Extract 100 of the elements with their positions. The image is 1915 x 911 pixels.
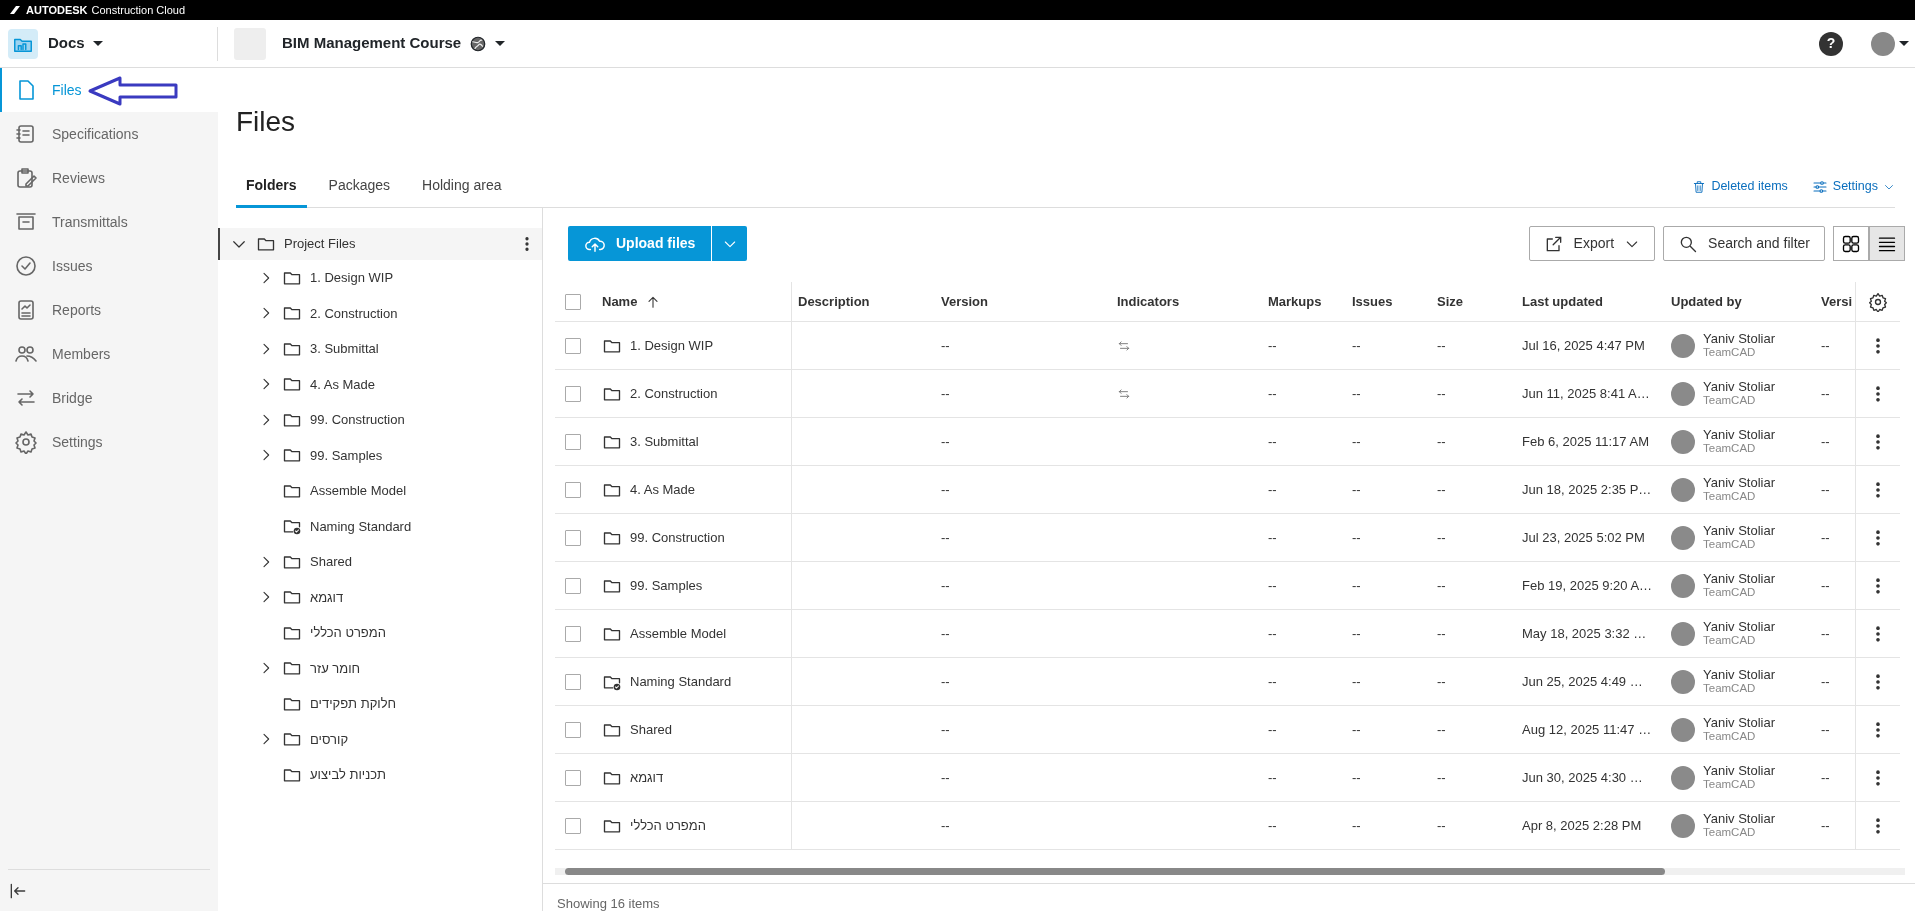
tree-item[interactable]: 2. Construction xyxy=(218,295,542,331)
file-name-link[interactable]: 1. Design WIP xyxy=(630,335,714,356)
column-header[interactable]: Updated by xyxy=(1671,291,1742,312)
settings-icon[interactable] xyxy=(1868,291,1888,312)
row-checkbox[interactable] xyxy=(565,673,581,690)
tab[interactable]: Folders xyxy=(236,165,307,208)
table-cell-text: -- xyxy=(1437,384,1446,403)
row-checkbox[interactable] xyxy=(565,721,581,738)
export-button[interactable]: Export xyxy=(1528,226,1656,261)
settings-link[interactable]: Settings xyxy=(1811,177,1895,196)
table-cell-text: -- xyxy=(1821,384,1830,403)
table-cell-text: -- xyxy=(1821,624,1830,643)
table-cell-text: -- xyxy=(1352,384,1361,403)
file-name-link[interactable]: 4. As Made xyxy=(630,479,696,500)
row-checkbox[interactable] xyxy=(565,769,581,786)
tree-item[interactable]: 99. Construction xyxy=(218,402,542,438)
table-cell-text: -- xyxy=(1821,432,1830,451)
page-title: Files xyxy=(236,105,297,139)
column-header[interactable]: Markups xyxy=(1268,291,1322,312)
sidebar-item[interactable]: Transmittals xyxy=(0,200,218,244)
table-cell-text: -- xyxy=(1352,624,1361,643)
row-checkbox[interactable] xyxy=(565,481,581,498)
sidebar-item[interactable]: Specifications xyxy=(0,112,218,156)
sidebar-item[interactable]: Reports xyxy=(0,288,218,332)
column-header[interactable]: Version xyxy=(941,291,988,312)
table-cell-text: -- xyxy=(1268,672,1277,691)
file-name-link[interactable]: Assemble Model xyxy=(630,623,727,644)
file-name-link[interactable]: Shared xyxy=(630,719,672,740)
row-checkbox[interactable] xyxy=(565,577,581,594)
user-name: Yaniv Stoliar xyxy=(1703,666,1775,683)
tree-item[interactable]: קורסים xyxy=(218,721,542,757)
company-name: TeamCAD xyxy=(1703,490,1757,505)
view-toggle-button[interactable] xyxy=(1869,226,1905,261)
table-cell-text: -- xyxy=(1437,480,1446,499)
column-header[interactable]: Issues xyxy=(1352,291,1393,312)
company-name: TeamCAD xyxy=(1703,826,1757,841)
search-filter-button[interactable]: Search and filter xyxy=(1663,226,1825,261)
file-name-link[interactable]: 99. Samples xyxy=(630,575,703,596)
module-switcher[interactable]: Docs xyxy=(48,32,103,55)
company-name: TeamCAD xyxy=(1703,730,1757,745)
view-toggle-button[interactable] xyxy=(1833,226,1869,261)
tree-item[interactable]: Assemble Model xyxy=(218,473,542,509)
table-cell-text: -- xyxy=(1268,336,1277,355)
column-header[interactable]: Last updated xyxy=(1522,291,1603,312)
tree-item[interactable]: 99. Samples xyxy=(218,437,542,473)
sidebar-item[interactable]: Bridge xyxy=(0,376,218,420)
tree-item[interactable]: תכניות לביצוע xyxy=(218,757,542,793)
trash-icon xyxy=(1692,179,1707,194)
sidebar-item[interactable]: Settings xyxy=(0,420,218,464)
table-cell-text: -- xyxy=(1437,528,1446,547)
tree-item[interactable]: חלוקת תפקידים xyxy=(218,686,542,722)
table-cell-text: -- xyxy=(941,816,950,835)
avatar xyxy=(1671,573,1695,598)
company-name: TeamCAD xyxy=(1703,778,1757,793)
table-cell-text: -- xyxy=(1437,672,1446,691)
file-name-link[interactable]: Naming Standard xyxy=(630,671,732,692)
user-name: Yaniv Stoliar xyxy=(1703,762,1775,779)
company-name: TeamCAD xyxy=(1703,394,1757,409)
row-checkbox[interactable] xyxy=(565,817,581,834)
user-menu[interactable] xyxy=(1871,31,1909,56)
deleted-items-link[interactable]: Deleted items xyxy=(1692,177,1788,196)
file-name-link[interactable]: 3. Submittal xyxy=(630,431,699,452)
sidebar-item[interactable]: Members xyxy=(0,332,218,376)
column-header[interactable]: Versi xyxy=(1821,291,1853,312)
tree-item[interactable]: Shared xyxy=(218,544,542,580)
tree-item[interactable]: 1. Design WIP xyxy=(218,260,542,296)
help-button[interactable]: ? xyxy=(1819,31,1843,56)
column-header[interactable]: Name xyxy=(602,291,638,312)
tree-item[interactable]: 4. As Made xyxy=(218,366,542,402)
row-checkbox[interactable] xyxy=(565,625,581,642)
tree-item[interactable]: המפרט הכללי xyxy=(218,615,542,651)
table-cell-text: Feb 6, 2025 11:17 AM xyxy=(1522,432,1649,451)
tree-item[interactable]: חומר עזר xyxy=(218,650,542,686)
file-name-link[interactable]: המפרט הכללי xyxy=(630,815,706,836)
tab[interactable]: Packages xyxy=(318,165,401,208)
tab[interactable]: Holding area xyxy=(412,165,512,208)
tree-item[interactable]: 3. Submittal xyxy=(218,331,542,367)
file-name-link[interactable]: 2. Construction xyxy=(630,383,718,404)
project-switcher[interactable]: BIM Management Course xyxy=(282,32,506,55)
column-header[interactable]: Description xyxy=(798,291,870,312)
avatar xyxy=(1671,333,1695,358)
row-checkbox[interactable] xyxy=(565,385,581,402)
tree-item[interactable]: Naming Standard xyxy=(218,508,542,544)
sidebar-item[interactable]: Issues xyxy=(0,244,218,288)
company-name: TeamCAD xyxy=(1703,586,1757,601)
column-header[interactable]: Size xyxy=(1437,291,1463,312)
file-name-link[interactable]: 99. Construction xyxy=(630,527,725,548)
upload-options-button[interactable] xyxy=(711,226,748,261)
row-checkbox[interactable] xyxy=(565,433,581,450)
row-checkbox[interactable] xyxy=(565,529,581,546)
table-cell-text: -- xyxy=(941,528,950,547)
table-cell-text: -- xyxy=(1437,624,1446,643)
tree-item[interactable]: דוגמא xyxy=(218,579,542,615)
row-checkbox[interactable] xyxy=(565,337,581,354)
column-header[interactable]: Indicators xyxy=(1117,291,1180,312)
select-all-checkbox[interactable] xyxy=(565,293,581,310)
sidebar-item[interactable]: Reviews xyxy=(0,156,218,200)
file-name-link[interactable]: דוגמא xyxy=(630,767,664,788)
table-cell-text: -- xyxy=(1268,720,1277,739)
tree-item[interactable]: Project Files xyxy=(218,228,542,260)
